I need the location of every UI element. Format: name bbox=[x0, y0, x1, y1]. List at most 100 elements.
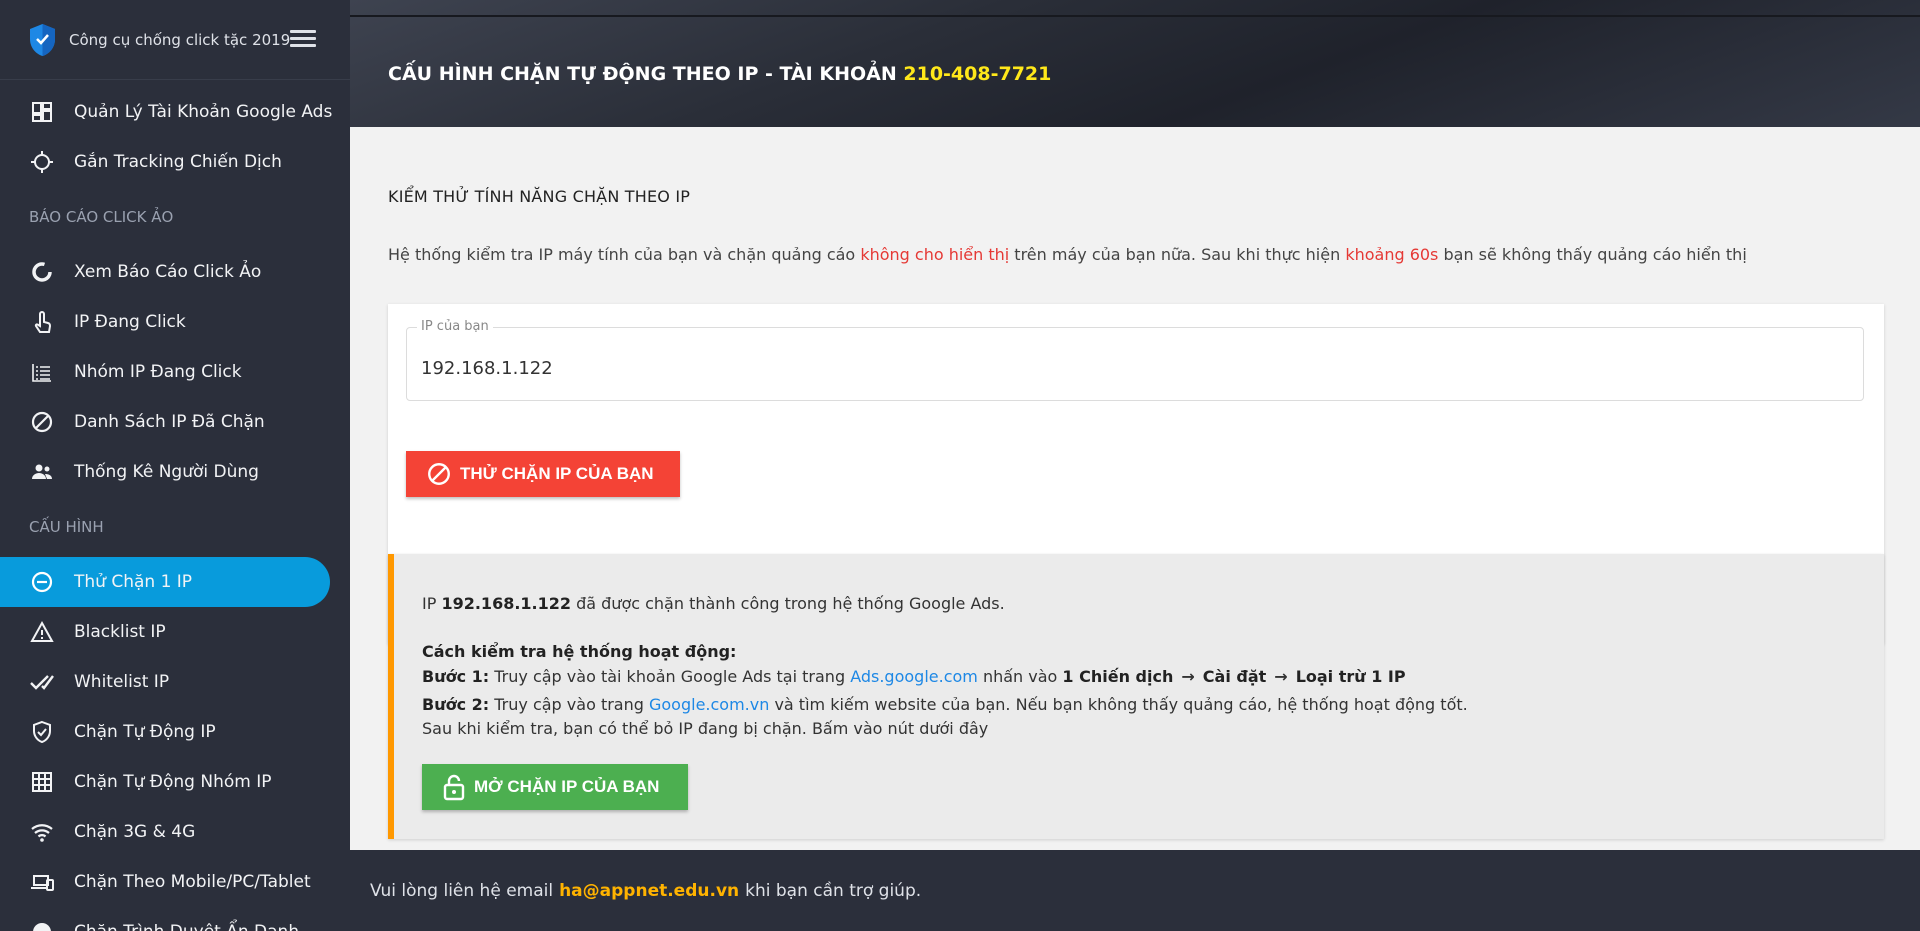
section-label-reports: BÁO CÁO CLICK ẢO bbox=[29, 208, 174, 226]
sidebar-item-block-3g-4g[interactable]: Chặn 3G & 4G bbox=[0, 807, 350, 857]
header-divider bbox=[350, 15, 1920, 17]
sidebar-item-label: Thử Chặn 1 IP bbox=[74, 572, 193, 592]
step-text: nhấn vào bbox=[977, 667, 1063, 686]
devices-icon bbox=[29, 869, 55, 895]
step-text: và tìm kiếm website của bạn. Nếu bạn khô… bbox=[769, 695, 1468, 714]
sidebar-item-tracking[interactable]: Gắn Tracking Chiến Dịch bbox=[0, 137, 350, 187]
description-highlight: khoảng 60s bbox=[1345, 245, 1439, 264]
step-highlight: Cài đặt bbox=[1202, 667, 1267, 686]
step-text: Truy cập vào trang bbox=[489, 695, 649, 714]
description-highlight: không cho hiển thị bbox=[860, 245, 1010, 264]
sidebar-item-ip-clicking[interactable]: IP Đang Click bbox=[0, 297, 350, 347]
page-title-text: CẤU HÌNH CHẶN TỰ ĐỘNG THEO IP - TÀI KHOẢ… bbox=[388, 63, 904, 85]
step-text: Truy cập vào tài khoản Google Ads tại tr… bbox=[489, 667, 851, 686]
shield-logo-icon bbox=[30, 23, 55, 56]
sidebar-item-label: Chặn Theo Mobile/PC/Tablet bbox=[74, 872, 311, 892]
sidebar-item-label: Danh Sách IP Đã Chặn bbox=[74, 412, 265, 432]
app-title: Công cụ chống click tặc 2019 bbox=[69, 30, 291, 49]
sidebar-header: Công cụ chống click tặc 2019 bbox=[0, 0, 350, 80]
footer-text: Vui lòng liên hệ email bbox=[370, 880, 554, 901]
step-label: Bước 1: bbox=[422, 667, 490, 686]
howto-title-text: Cách kiểm tra hệ thống hoạt động: bbox=[422, 642, 737, 661]
ads-google-link[interactable]: Ads.google.com bbox=[850, 667, 978, 686]
sidebar-item-label: Quản Lý Tài Khoản Google Ads bbox=[74, 102, 333, 122]
sidebar-item-fake-click-report[interactable]: Xem Báo Cáo Click Ảo bbox=[0, 247, 350, 297]
step-highlight: 1 Chiến dịch bbox=[1062, 667, 1174, 686]
sidebar-item-block-incognito[interactable]: Chặn Trình Duyệt Ẩn Danh bbox=[0, 907, 350, 931]
step-highlight: Loại trừ 1 IP bbox=[1295, 667, 1406, 686]
wifi-icon bbox=[29, 819, 55, 845]
footer-text: khi bạn cần trợ giúp. bbox=[745, 880, 922, 901]
sidebar-item-label: IP Đang Click bbox=[74, 312, 186, 332]
description-text: Hệ thống kiểm tra IP máy tính của bạn và… bbox=[388, 245, 861, 264]
result-ip: 192.168.1.122 bbox=[441, 594, 572, 613]
shield-check-icon bbox=[29, 719, 55, 745]
description: Hệ thống kiểm tra IP máy tính của bạn và… bbox=[388, 245, 1747, 264]
google-vn-link[interactable]: Google.com.vn bbox=[649, 695, 769, 714]
arrow-right-icon: → bbox=[1181, 667, 1195, 686]
sidebar-item-label: Chặn Tự Động IP bbox=[74, 722, 216, 742]
description-text: trên máy của bạn nữa. Sau khi thực hiện bbox=[1009, 245, 1346, 264]
sidebar-item-google-ads-accounts[interactable]: Quản Lý Tài Khoản Google Ads bbox=[0, 87, 350, 137]
minus-circle-icon bbox=[29, 569, 55, 595]
sidebar-item-label: Thống Kê Người Dùng bbox=[74, 462, 259, 482]
step-2: Bước 2: Truy cập vào trang Google.com.vn… bbox=[422, 695, 1468, 714]
sidebar-item-auto-block-ip[interactable]: Chặn Tự Động IP bbox=[0, 707, 350, 757]
sidebar-item-test-block-ip[interactable]: Thử Chặn 1 IP bbox=[0, 557, 330, 607]
result-text: đã được chặn thành công trong hệ thống G… bbox=[571, 594, 1005, 613]
sidebar-item-label: Chặn Tự Động Nhóm IP bbox=[74, 772, 272, 792]
sidebar-item-label: Blacklist IP bbox=[74, 622, 166, 642]
sidebar-item-user-stats[interactable]: Thống Kê Người Dùng bbox=[0, 447, 350, 497]
hamburger-menu-icon[interactable] bbox=[290, 30, 316, 50]
sidebar-item-label: Xem Báo Cáo Click Ảo bbox=[74, 262, 262, 282]
dashboard-icon bbox=[29, 99, 55, 125]
unblock-ip-button[interactable]: MỞ CHẶN IP CỦA BẠN bbox=[422, 764, 688, 810]
grid-icon bbox=[29, 769, 55, 795]
warning-icon bbox=[29, 619, 55, 645]
sidebar-item-label: Chặn Trình Duyệt Ẩn Danh bbox=[74, 922, 299, 931]
howto-title: Cách kiểm tra hệ thống hoạt động: bbox=[422, 642, 736, 661]
account-id: 210-408-7721 bbox=[903, 63, 1052, 85]
arrow-right-icon: → bbox=[1274, 667, 1288, 686]
section-label-config: CẤU HÌNH bbox=[29, 518, 104, 536]
ip-field[interactable]: IP của bạn bbox=[406, 319, 1864, 401]
after-check-text: Sau khi kiểm tra, bạn có thể bỏ IP đang … bbox=[422, 719, 989, 738]
sidebar-item-label: Chặn 3G & 4G bbox=[74, 822, 196, 842]
sidebar-item-label: Whitelist IP bbox=[74, 672, 170, 692]
result-text: IP bbox=[422, 594, 442, 613]
unlock-icon bbox=[443, 774, 465, 801]
test-block-ip-button[interactable]: THỬ CHẶN IP CỦA BẠN bbox=[406, 451, 680, 497]
block-icon bbox=[428, 463, 450, 485]
result-status: IP 192.168.1.122 đã được chặn thành công… bbox=[422, 594, 1005, 613]
block-icon bbox=[29, 409, 55, 435]
double-check-icon bbox=[29, 669, 55, 695]
users-icon bbox=[29, 459, 55, 485]
step-label: Bước 2: bbox=[422, 695, 490, 714]
incognito-icon bbox=[29, 919, 55, 931]
donut-chart-icon bbox=[29, 259, 55, 285]
section-title: KIỂM THỬ TÍNH NĂNG CHẶN THEO IP bbox=[388, 187, 691, 206]
test-block-ip-label: THỬ CHẶN IP CỦA BẠN bbox=[460, 464, 654, 483]
sidebar-item-label: Nhóm IP Đang Click bbox=[74, 362, 242, 382]
step-1: Bước 1: Truy cập vào tài khoản Google Ad… bbox=[422, 667, 1406, 686]
support-email[interactable]: ha@appnet.edu.vn bbox=[559, 881, 739, 901]
page-title: CẤU HÌNH CHẶN TỰ ĐỘNG THEO IP - TÀI KHOẢ… bbox=[388, 63, 1051, 85]
sidebar-item-blacklist-ip[interactable]: Blacklist IP bbox=[0, 607, 350, 657]
crosshair-icon bbox=[29, 149, 55, 175]
list-icon bbox=[29, 359, 55, 385]
ip-input[interactable] bbox=[421, 358, 1821, 379]
ip-field-label: IP của bạn bbox=[417, 319, 493, 334]
result-panel: IP 192.168.1.122 đã được chặn thành công… bbox=[388, 554, 1884, 839]
sidebar-item-blocked-ip-list[interactable]: Danh Sách IP Đã Chặn bbox=[0, 397, 350, 447]
sidebar: Công cụ chống click tặc 2019 Quản Lý Tài… bbox=[0, 0, 350, 931]
sidebar-item-auto-block-ip-group[interactable]: Chặn Tự Động Nhóm IP bbox=[0, 757, 350, 807]
description-text: bạn sẽ không thấy quảng cáo hiển thị bbox=[1438, 245, 1747, 264]
sidebar-item-ip-group-clicking[interactable]: Nhóm IP Đang Click bbox=[0, 347, 350, 397]
footer: Vui lòng liên hệ email ha@appnet.edu.vn … bbox=[350, 850, 1920, 931]
touch-icon bbox=[29, 309, 55, 335]
sidebar-item-block-by-device[interactable]: Chặn Theo Mobile/PC/Tablet bbox=[0, 857, 350, 907]
sidebar-item-whitelist-ip[interactable]: Whitelist IP bbox=[0, 657, 350, 707]
unblock-ip-label: MỞ CHẶN IP CỦA BẠN bbox=[474, 777, 660, 796]
sidebar-item-label: Gắn Tracking Chiến Dịch bbox=[74, 152, 282, 172]
main-content: KIỂM THỬ TÍNH NĂNG CHẶN THEO IP Hệ thống… bbox=[350, 127, 1920, 850]
